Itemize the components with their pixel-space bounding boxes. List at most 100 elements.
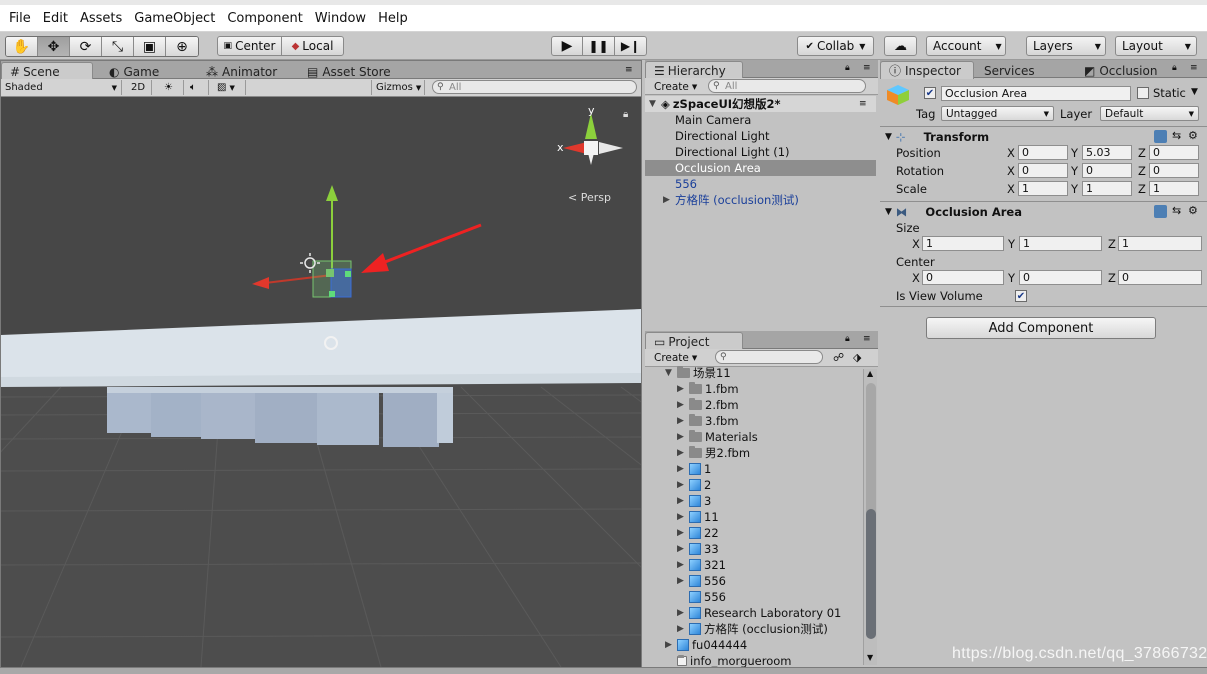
project-item[interactable]: ▶ 22: [645, 525, 862, 541]
hand-tool-button[interactable]: ✋: [6, 37, 38, 56]
hierarchy-item[interactable]: Directional Light (1): [645, 144, 876, 160]
expand-arrow-icon[interactable]: ▶: [677, 528, 689, 538]
transform-scale-x-field[interactable]: 1: [1018, 181, 1068, 196]
chevron-down-icon[interactable]: ▼: [1191, 87, 1198, 97]
panel-menu-icon[interactable]: ≡: [625, 65, 633, 75]
project-item[interactable]: ▶ 方格阵 (occlusion测试): [645, 621, 862, 637]
pause-button[interactable]: ❚❚: [582, 36, 615, 56]
scale-tool-button[interactable]: ⤡: [102, 37, 134, 56]
gizmos-dropdown[interactable]: Gizmos ▼: [371, 80, 425, 95]
project-scrollbar-thumb[interactable]: [866, 509, 876, 639]
layer-dropdown[interactable]: Default ▼: [1100, 106, 1199, 121]
help-book-icon[interactable]: [1154, 205, 1167, 218]
lock-icon[interactable]: 🔒︎: [623, 109, 628, 120]
project-item[interactable]: ▶ Materials: [645, 429, 862, 445]
tab-hierarchy[interactable]: ☰ Hierarchy: [645, 61, 743, 79]
size-x-field[interactable]: 1: [922, 236, 1004, 251]
collapse-arrow-icon[interactable]: ▼: [885, 207, 892, 217]
pivot-local-button[interactable]: ◆ Local: [281, 36, 344, 56]
project-item[interactable]: ▶ 556: [645, 573, 862, 589]
expand-arrow-icon[interactable]: ▶: [677, 576, 689, 586]
occlusion-area-header[interactable]: ▼ ⧓ Occlusion Area ⇆ ⚙: [880, 201, 1207, 221]
menu-component[interactable]: Component: [221, 11, 308, 26]
tab-inspector[interactable]: ⓘ Inspector: [880, 61, 974, 79]
scroll-up-icon[interactable]: ▲: [867, 369, 873, 378]
project-item[interactable]: ▶ fu044444: [645, 637, 862, 653]
tab-project[interactable]: ▭ Project: [645, 332, 743, 350]
center-y-field[interactable]: 0: [1019, 270, 1102, 285]
menu-window[interactable]: Window: [309, 11, 372, 26]
hierarchy-item[interactable]: 556: [645, 176, 876, 192]
gear-icon[interactable]: ⚙: [1188, 129, 1198, 142]
project-item[interactable]: ▶ 1: [645, 461, 862, 477]
project-item[interactable]: ▶ 2.fbm: [645, 397, 862, 413]
center-z-field[interactable]: 0: [1118, 270, 1202, 285]
project-root-folder[interactable]: ▼ 场景11: [645, 365, 862, 381]
transform-rotation-x-field[interactable]: 0: [1018, 163, 1068, 178]
project-scrollbar[interactable]: ▲ ▼: [863, 369, 877, 665]
size-y-field[interactable]: 1: [1019, 236, 1102, 251]
expand-arrow-icon[interactable]: ▶: [677, 384, 689, 394]
expand-arrow-icon[interactable]: ▶: [677, 480, 689, 490]
expand-arrow-icon[interactable]: ▶: [663, 195, 675, 205]
shading-dropdown[interactable]: Shaded ▼: [1, 80, 122, 95]
expand-arrow-icon[interactable]: ▶: [677, 560, 689, 570]
audio-toggle[interactable]: 🔈︎: [186, 80, 209, 95]
transform-scale-y-field[interactable]: 1: [1082, 181, 1132, 196]
project-item[interactable]: ▶ 321: [645, 557, 862, 573]
project-search-input[interactable]: ⚲: [715, 350, 823, 364]
hierarchy-item[interactable]: Directional Light: [645, 128, 876, 144]
expand-arrow-icon[interactable]: ▶: [677, 432, 689, 442]
play-button[interactable]: ▶: [551, 36, 583, 56]
transform-position-y-field[interactable]: 5.03: [1082, 145, 1132, 160]
project-item[interactable]: ▶ Research Laboratory 01: [645, 605, 862, 621]
menu-assets[interactable]: Assets: [74, 11, 128, 26]
project-item[interactable]: ▶ 2: [645, 477, 862, 493]
gear-icon[interactable]: ⚙: [1188, 204, 1198, 217]
expand-arrow-icon[interactable]: ▶: [677, 512, 689, 522]
transform-tool-button[interactable]: ⊕: [166, 37, 198, 56]
expand-arrow-icon[interactable]: ▶: [677, 496, 689, 506]
menu-help[interactable]: Help: [372, 11, 414, 26]
expand-arrow-icon[interactable]: ▶: [677, 400, 689, 410]
layout-dropdown[interactable]: Layout ▼: [1115, 36, 1197, 56]
lock-icon[interactable]: 🔒︎: [845, 63, 850, 73]
hierarchy-search-input[interactable]: ⚲ All: [708, 79, 866, 93]
hierarchy-item[interactable]: Occlusion Area: [645, 160, 876, 176]
transform-rotation-z-field[interactable]: 0: [1149, 163, 1199, 178]
rect-tool-button[interactable]: ▣: [134, 37, 166, 56]
rotate-tool-button[interactable]: ⟳: [70, 37, 102, 56]
scene-viewport[interactable]: y x < Persp 🔒︎: [1, 97, 641, 667]
lock-icon[interactable]: 🔒︎: [1172, 63, 1177, 73]
tab-services[interactable]: Services: [976, 62, 1043, 80]
expand-arrow-icon[interactable]: ▶: [677, 544, 689, 554]
expand-arrow-icon[interactable]: ▶: [677, 448, 689, 458]
transform-position-z-field[interactable]: 0: [1149, 145, 1199, 160]
tab-scene[interactable]: # Scene: [1, 62, 93, 80]
tag-dropdown[interactable]: Untagged ▼: [941, 106, 1054, 121]
project-item[interactable]: 556: [645, 589, 862, 605]
preset-icon[interactable]: ⇆: [1172, 204, 1181, 217]
help-book-icon[interactable]: [1154, 130, 1167, 143]
expand-arrow-icon[interactable]: ▼: [665, 368, 677, 378]
cloud-button[interactable]: ☁: [884, 36, 917, 56]
transform-rotation-y-field[interactable]: 0: [1082, 163, 1132, 178]
project-item[interactable]: ▶ 男2.fbm: [645, 445, 862, 461]
2d-toggle[interactable]: 2D: [127, 80, 152, 95]
expand-arrow-icon[interactable]: ▼: [649, 99, 661, 109]
panel-menu-icon[interactable]: ≡: [863, 63, 871, 73]
center-x-field[interactable]: 0: [922, 270, 1004, 285]
size-z-field[interactable]: 1: [1118, 236, 1202, 251]
filter-label-icon[interactable]: ⬗: [853, 351, 861, 364]
move-tool-button[interactable]: ✥: [38, 37, 70, 56]
collab-dropdown[interactable]: ✔ Collab ▼: [797, 36, 874, 56]
expand-arrow-icon[interactable]: ▶: [677, 608, 689, 618]
transform-scale-z-field[interactable]: 1: [1149, 181, 1199, 196]
project-item[interactable]: ▶ 33: [645, 541, 862, 557]
expand-arrow-icon[interactable]: ▶: [677, 416, 689, 426]
hierarchy-item[interactable]: ▶ 方格阵 (occlusion测试): [645, 192, 876, 208]
static-checkbox[interactable]: [1137, 87, 1149, 99]
lock-icon[interactable]: 🔒︎: [845, 334, 850, 344]
effects-dropdown[interactable]: ▨ ▼: [213, 80, 246, 95]
expand-arrow-icon[interactable]: ▶: [665, 640, 677, 650]
